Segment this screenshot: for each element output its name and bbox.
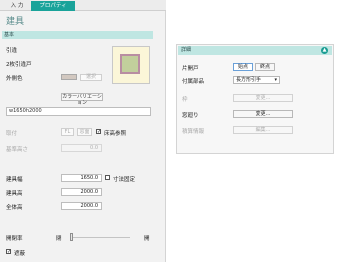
hardware-label: 付属部品 <box>182 79 205 85</box>
hardware-select-value: 長方形引手 <box>236 77 262 83</box>
chevron-down-icon: ▾ <box>274 77 277 83</box>
color-select-button[interactable]: 選択 <box>80 74 102 81</box>
tab-bar: 入 力 プロパティ <box>0 0 166 11</box>
properties-panel: 入 力 プロパティ 建具 基本 引違 2枚引違戸 外側色 選択 カラーバリエーシ… <box>0 0 166 262</box>
door-preview-icon <box>120 54 140 74</box>
base-height-label: 基準高さ <box>6 147 29 153</box>
shading-checkbox[interactable]: ✓ <box>6 249 11 255</box>
end-point-button[interactable]: 終点 <box>255 63 275 71</box>
detail-header-label: 詳細 <box>181 47 192 53</box>
window-frame-label: 窓廻り <box>182 113 199 119</box>
outer-color-label: 外側色 <box>6 76 23 82</box>
hardware-select[interactable]: 長方形引手 ▾ <box>233 76 280 84</box>
fixed-size-label: 寸法固定 <box>113 177 136 183</box>
outer-color-swatch <box>61 74 77 80</box>
estimate-edit-button[interactable]: 編集... <box>233 126 293 134</box>
shading-label: 遮蔽 <box>14 251 26 257</box>
door-width-field[interactable]: 1650.0 <box>61 174 102 182</box>
tab-input[interactable]: 入 力 <box>4 1 30 11</box>
single-door-label: 片開戸 <box>182 66 199 72</box>
door-thumbnail <box>112 46 150 84</box>
frame-change-button[interactable]: 変更... <box>233 94 293 102</box>
door-height-label: 建具高 <box>6 191 23 197</box>
collapse-icon[interactable]: ▲ <box>321 47 328 54</box>
floor-ref-label: 床高参照 <box>104 131 127 137</box>
section-header-basic[interactable]: 基本 <box>2 31 153 39</box>
opening-rate-slider-handle[interactable] <box>70 233 73 241</box>
door-height-field[interactable]: 2000.0 <box>61 188 102 196</box>
opening-rate-label: 開閉率 <box>6 236 23 242</box>
door-code-field[interactable]: w1650h2000 <box>6 107 151 116</box>
base-height-field[interactable]: 0.0 <box>61 144 102 152</box>
opening-rate-slider-track[interactable] <box>70 237 130 238</box>
start-point-button[interactable]: 始点 <box>233 63 253 71</box>
door-width-label: 建具幅 <box>6 177 23 183</box>
detail-header[interactable]: 詳細 ▲ <box>178 46 332 55</box>
color-variation-button[interactable]: カラーバリエーション <box>61 93 103 106</box>
floor-ref-checkbox[interactable]: ✓ <box>96 129 101 135</box>
total-height-label: 全体高 <box>6 205 23 211</box>
panel-title: 建具 <box>6 17 25 27</box>
fl-button[interactable]: FL <box>61 128 74 136</box>
tab-properties[interactable]: プロパティ <box>31 1 75 11</box>
door-type-label: 引違 <box>6 48 18 54</box>
closed-label: 閉 <box>56 236 62 242</box>
frame-label: 枠 <box>182 97 188 103</box>
door-subtype-label: 2枚引違戸 <box>6 62 32 68</box>
open-label: 開 <box>144 236 150 242</box>
window-sill-button[interactable]: 窓面 <box>77 128 92 136</box>
fixed-size-checkbox[interactable] <box>105 175 110 180</box>
window-frame-change-button[interactable]: 変更... <box>233 110 293 118</box>
estimate-label: 積算情報 <box>182 129 205 135</box>
detail-panel: 詳細 ▲ 片開戸 始点 終点 付属部品 長方形引手 ▾ 枠 変更... 窓廻り … <box>176 44 334 154</box>
total-height-field[interactable]: 2000.0 <box>61 202 102 210</box>
fitting-label: 取付 <box>6 131 18 137</box>
